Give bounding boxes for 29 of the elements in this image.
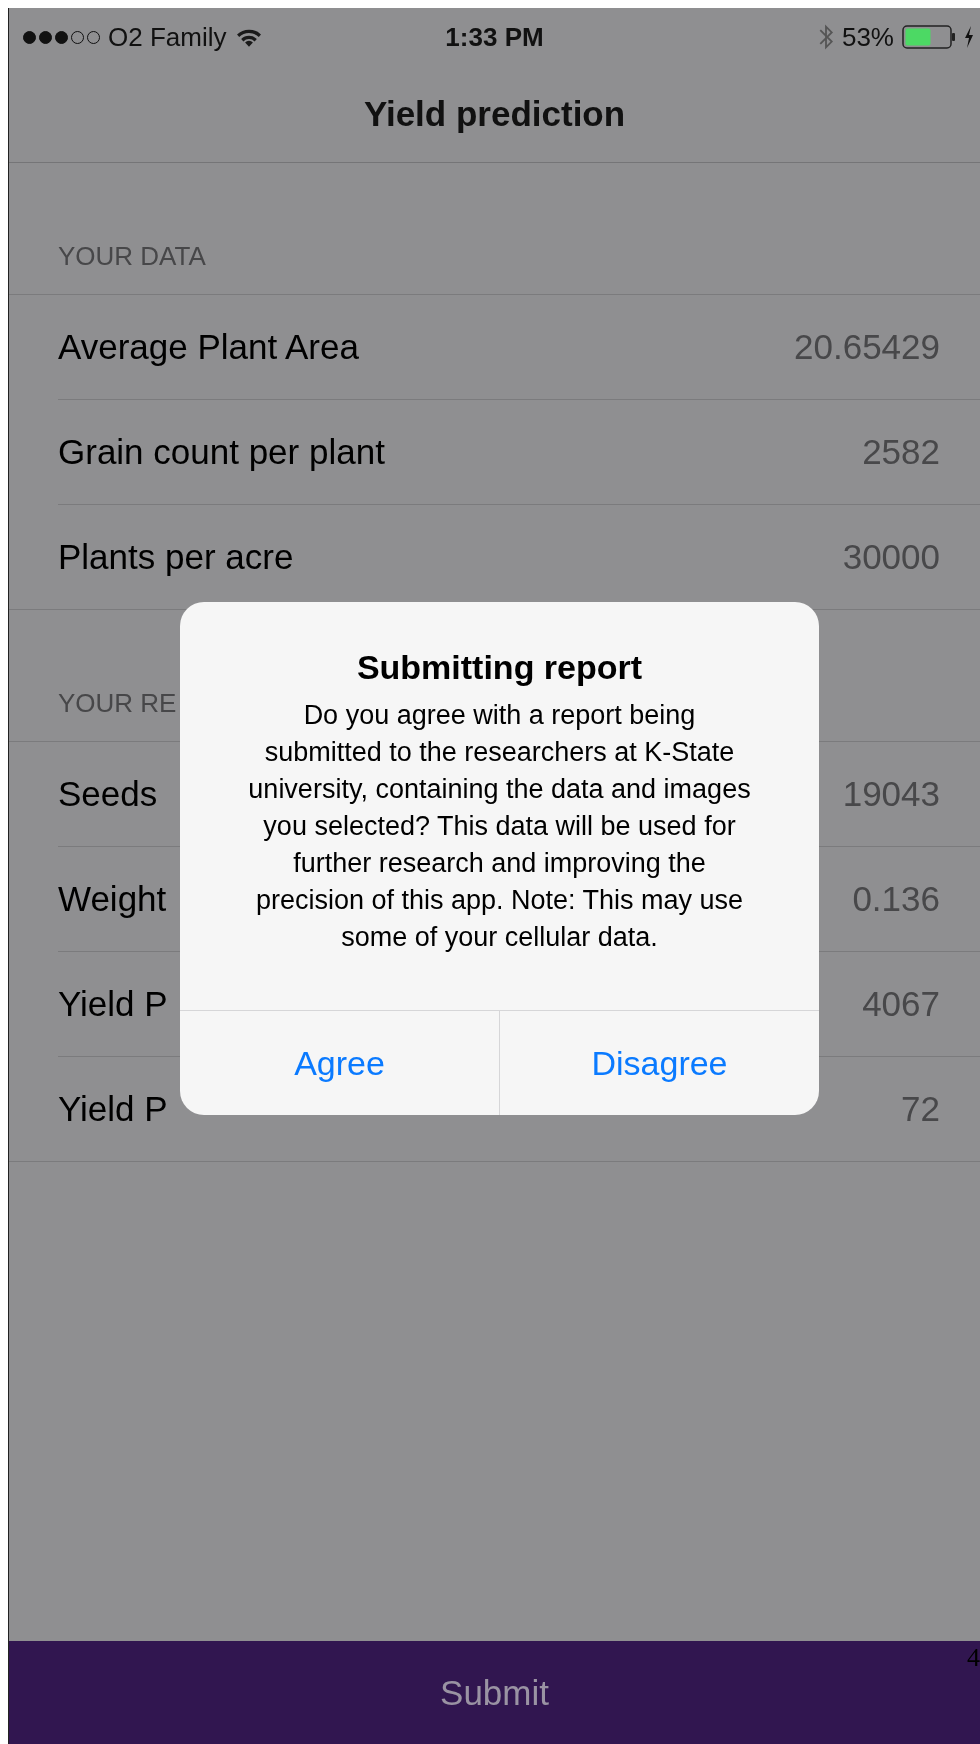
row-label: Yield P — [58, 984, 168, 1024]
row-value: 72 — [901, 1089, 940, 1129]
page-number: 4 — [967, 1643, 980, 1673]
row-value: 2582 — [862, 432, 940, 472]
battery-percent: 53% — [841, 21, 894, 53]
row-value: 4067 — [862, 984, 940, 1024]
dialog-button[interactable]: Agree — [180, 1011, 499, 1115]
row-label: Plants per acre — [58, 537, 294, 577]
dialog-message: Do you agree with a report being submitted to the researchers at K-State university, containing the data and images you selected? This data will be used for further research and improving the precision of this app. Note: This may use some of your cellular data. — [247, 699, 752, 954]
dialog-button[interactable]: Disagree — [499, 1011, 819, 1115]
status-time: 1:33 PM — [445, 21, 544, 53]
row-label: Yield P — [58, 1089, 168, 1129]
row-label: Average Plant Area — [58, 327, 359, 367]
row-value: 20.65429 — [794, 327, 940, 367]
section-header: YOUR DATA — [58, 241, 206, 271]
row-value: 30000 — [842, 537, 940, 577]
row-label: Seeds — [58, 774, 158, 814]
screen-title: Yield prediction — [363, 94, 626, 134]
row-value: 19043 — [842, 774, 940, 814]
battery-icon — [902, 25, 956, 49]
bluetooth-icon — [817, 23, 834, 51]
section-header: YOUR RE — [58, 688, 177, 718]
row-label: Grain count per plant — [58, 432, 385, 472]
row-value: 0.136 — [852, 879, 940, 919]
submit-button[interactable]: Submit — [420, 1662, 569, 1723]
carrier-name: O2 Family — [108, 21, 227, 53]
charging-bolt-icon — [964, 25, 974, 49]
row-label: Weight — [58, 879, 167, 919]
dialog-title: Submitting report — [356, 648, 643, 687]
